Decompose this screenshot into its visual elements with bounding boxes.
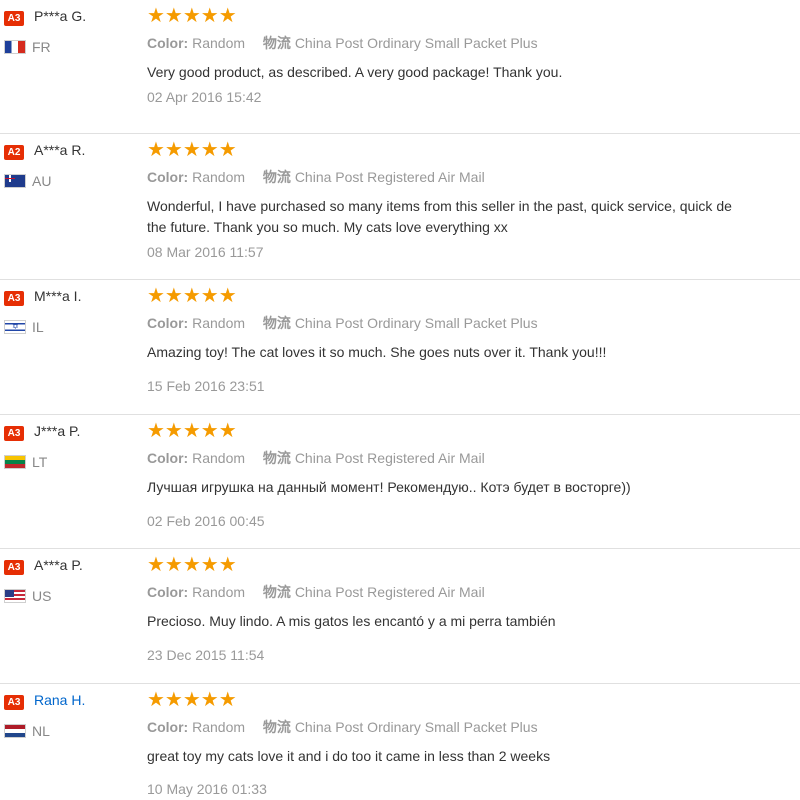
order-info: Color: Random 物流 China Post Registered A…	[147, 448, 485, 468]
flag-fr-icon	[4, 40, 26, 54]
color-label: Color:	[147, 169, 189, 185]
flag-us-icon	[4, 589, 26, 603]
buyer-level-badge: A3	[4, 426, 24, 441]
order-info: Color: Random 物流 China Post Registered A…	[147, 167, 485, 187]
flag-nl-icon	[4, 724, 26, 738]
review-text: Amazing toy! The cat loves it so much. S…	[147, 344, 607, 360]
rating-stars: ★★★★★	[147, 3, 237, 27]
shipping-value: China Post Registered Air Mail	[294, 584, 485, 600]
rating-stars: ★★★★★	[147, 552, 237, 576]
buyer-name-link[interactable]: Rana H.	[34, 692, 85, 708]
color-value: Random	[192, 35, 246, 51]
order-info: Color: Random 物流 China Post Ordinary Sma…	[147, 313, 538, 333]
buyer-country: IL	[32, 319, 44, 335]
order-info: Color: Random 物流 China Post Ordinary Sma…	[147, 33, 538, 53]
color-label: Color:	[147, 35, 189, 51]
review-item: A3 J***a P. LT ★★★★★ Color: Random 物流 Ch…	[0, 415, 800, 549]
buyer-name: A***a P.	[34, 557, 83, 573]
flag-il-icon: ✡	[4, 320, 26, 334]
shipping-label: 物流	[262, 315, 291, 331]
review-date: 23 Dec 2015 11:54	[147, 647, 265, 663]
buyer-country: NL	[32, 723, 50, 739]
review-text: great toy my cats love it and i do too i…	[147, 748, 551, 764]
buyer-name: P***a G.	[34, 8, 87, 24]
flag-lt-icon	[4, 455, 26, 469]
review-text: Precioso. Muy lindo. A mis gatos les enc…	[147, 613, 556, 629]
review-item: A3 Rana H. NL ★★★★★ Color: Random 物流 Chi…	[0, 684, 800, 800]
shipping-label: 物流	[262, 35, 291, 51]
color-value: Random	[192, 169, 246, 185]
shipping-label: 物流	[262, 584, 291, 600]
review-item: A3 M***a I. ✡ IL ★★★★★ Color: Random 物流 …	[0, 280, 800, 415]
color-value: Random	[192, 584, 246, 600]
color-value: Random	[192, 450, 246, 466]
buyer-country: AU	[32, 173, 52, 189]
shipping-value: China Post Ordinary Small Packet Plus	[294, 719, 538, 735]
color-label: Color:	[147, 315, 189, 331]
review-date: 08 Mar 2016 11:57	[147, 244, 264, 260]
shipping-label: 物流	[262, 450, 291, 466]
shipping-value: China Post Ordinary Small Packet Plus	[294, 35, 538, 51]
rating-stars: ★★★★★	[147, 418, 237, 442]
review-text: Лучшая игрушка на данный момент! Рекомен…	[147, 479, 631, 495]
color-label: Color:	[147, 719, 189, 735]
buyer-name: J***a P.	[34, 423, 81, 439]
review-item: A3 A***a P. US ★★★★★ Color: Random 物流 Ch…	[0, 549, 800, 684]
review-item: A2 A***a R. AU ★★★★★ Color: Random 物流 Ch…	[0, 134, 800, 280]
color-value: Random	[192, 315, 246, 331]
buyer-name: A***a R.	[34, 142, 86, 158]
order-info: Color: Random 物流 China Post Ordinary Sma…	[147, 717, 538, 737]
buyer-name: M***a I.	[34, 288, 82, 304]
shipping-value: China Post Registered Air Mail	[294, 450, 485, 466]
buyer-level-badge: A3	[4, 695, 24, 710]
color-label: Color:	[147, 450, 189, 466]
review-text: Wonderful, I have purchased so many item…	[147, 198, 732, 235]
flag-au-icon	[4, 174, 26, 188]
rating-stars: ★★★★★	[147, 687, 237, 711]
review-item: A3 P***a G. FR ★★★★★ Color: Random 物流 Ch…	[0, 0, 800, 134]
buyer-level-badge: A3	[4, 291, 24, 306]
buyer-country: LT	[32, 454, 48, 470]
rating-stars: ★★★★★	[147, 283, 237, 307]
shipping-value: China Post Registered Air Mail	[294, 169, 485, 185]
shipping-value: China Post Ordinary Small Packet Plus	[294, 315, 538, 331]
order-info: Color: Random 物流 China Post Registered A…	[147, 582, 485, 602]
review-date: 10 May 2016 01:33	[147, 781, 267, 797]
buyer-country: US	[32, 588, 52, 604]
buyer-country: FR	[32, 39, 51, 55]
review-date: 02 Feb 2016 00:45	[147, 513, 265, 529]
shipping-label: 物流	[262, 169, 291, 185]
buyer-level-badge: A3	[4, 11, 24, 26]
shipping-label: 物流	[262, 719, 291, 735]
color-value: Random	[192, 719, 246, 735]
review-text: Very good product, as described. A very …	[147, 64, 563, 80]
review-date: 02 Apr 2016 15:42	[147, 89, 262, 105]
review-date: 15 Feb 2016 23:51	[147, 378, 265, 394]
buyer-level-badge: A3	[4, 560, 24, 575]
buyer-level-badge: A2	[4, 145, 24, 160]
rating-stars: ★★★★★	[147, 137, 237, 161]
color-label: Color:	[147, 584, 189, 600]
